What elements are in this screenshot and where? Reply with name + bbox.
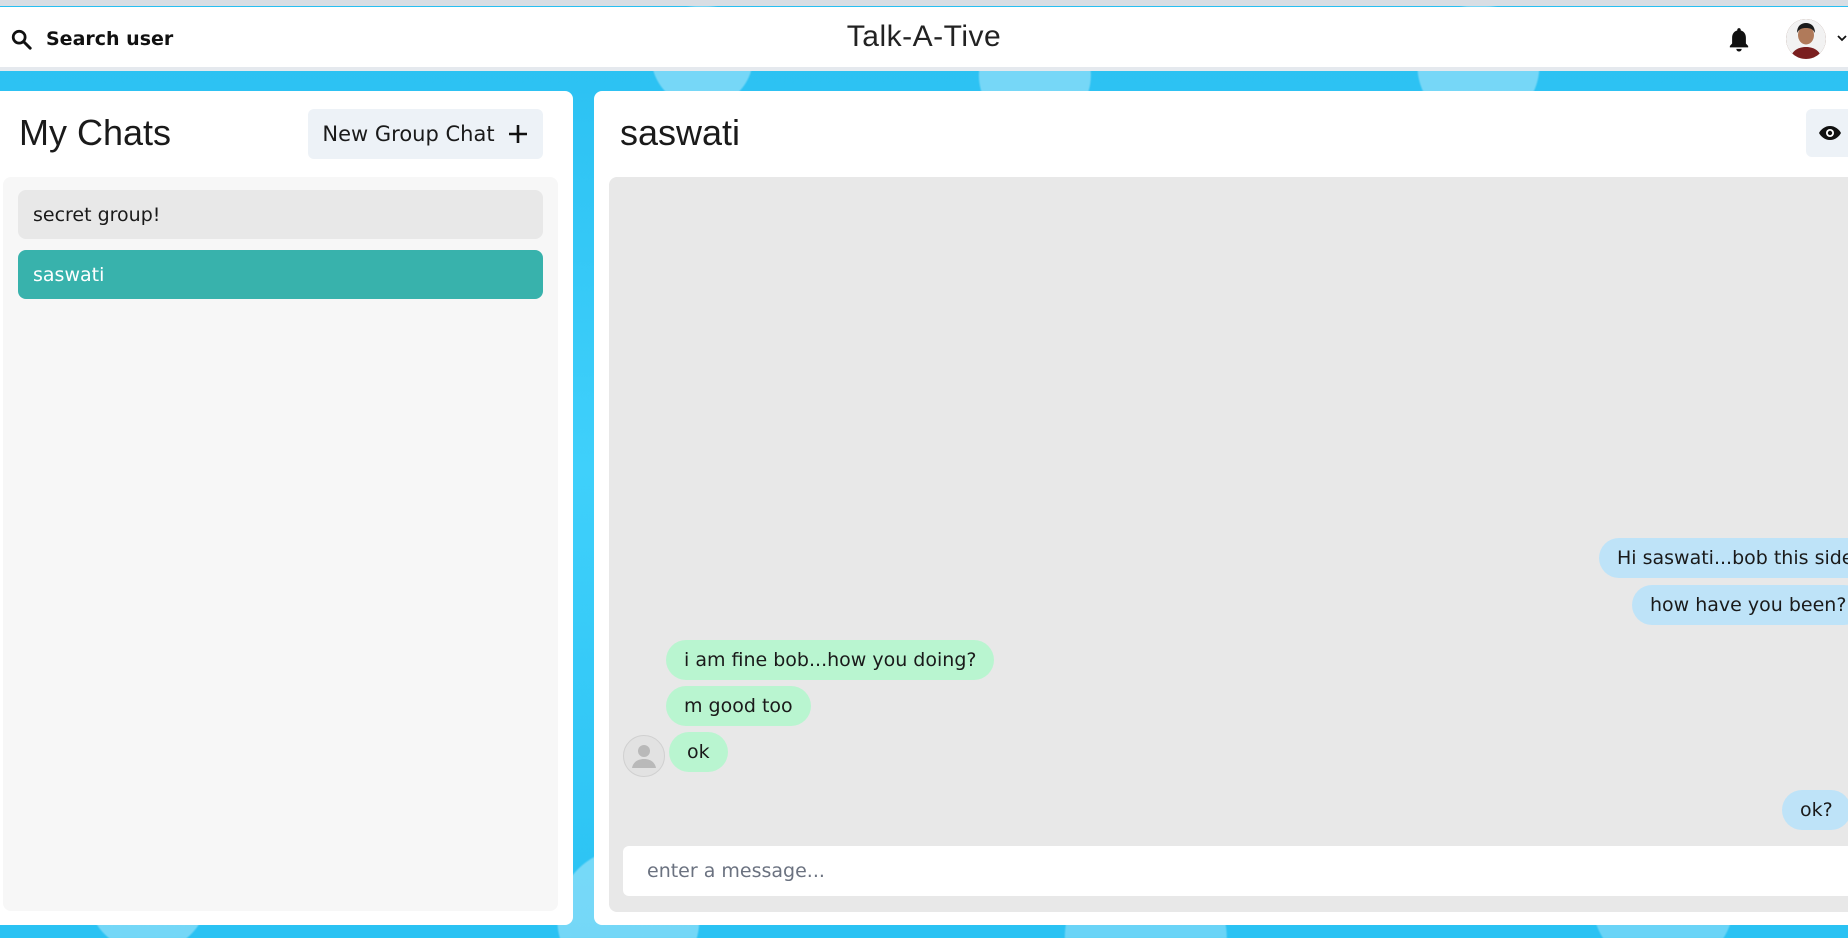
chat-title: saswati [620, 112, 741, 153]
message-text: how have you been? [1650, 594, 1847, 616]
browser-top-strip [0, 0, 1848, 6]
chevron-down-icon[interactable] [1836, 33, 1848, 43]
profile-avatar[interactable] [1786, 19, 1826, 59]
app-title: Talk-A-Tive [846, 20, 1002, 53]
plus-icon [508, 125, 527, 143]
eye-icon [1819, 126, 1841, 140]
chat-item-secret-group[interactable]: secret group! [18, 190, 543, 239]
message-bubble-sent: Hi saswati...bob this side [1599, 538, 1848, 578]
sender-avatar[interactable] [623, 735, 665, 777]
message-text: ok? [1800, 799, 1833, 821]
chat-item-saswati[interactable]: saswati [18, 250, 543, 299]
chat-item-label: secret group! [33, 203, 161, 226]
message-bubble-sent: how have you been? [1632, 585, 1848, 625]
my-chats-title: My Chats [19, 112, 172, 153]
top-bar: Search user Talk-A-Tive [0, 7, 1848, 71]
message-bubble-received: i am fine bob...how you doing? [666, 640, 995, 680]
message-bubble-received: ok [669, 732, 728, 772]
message-bubble-received: m good too [666, 686, 811, 726]
new-group-chat-label: New Group Chat [322, 122, 495, 146]
my-chats-panel: My Chats New Group Chat secret group! sa… [0, 91, 573, 925]
message-text: m good too [684, 695, 793, 717]
view-profile-button[interactable] [1806, 109, 1848, 157]
new-group-chat-button[interactable]: New Group Chat [308, 109, 543, 159]
message-text: ok [687, 741, 710, 763]
chat-list: secret group! saswati [3, 177, 558, 911]
message-text: Hi saswati...bob this side [1617, 547, 1848, 569]
profile-avatar-image [1786, 19, 1826, 59]
user-avatar-icon [632, 745, 656, 768]
message-text: i am fine bob...how you doing? [684, 649, 977, 671]
message-bubble-sent: ok? [1782, 790, 1848, 830]
bell-icon[interactable] [1726, 26, 1752, 54]
chat-panel: saswati [594, 91, 1848, 925]
message-input[interactable] [623, 846, 1848, 896]
chat-item-label: saswati [33, 263, 105, 286]
